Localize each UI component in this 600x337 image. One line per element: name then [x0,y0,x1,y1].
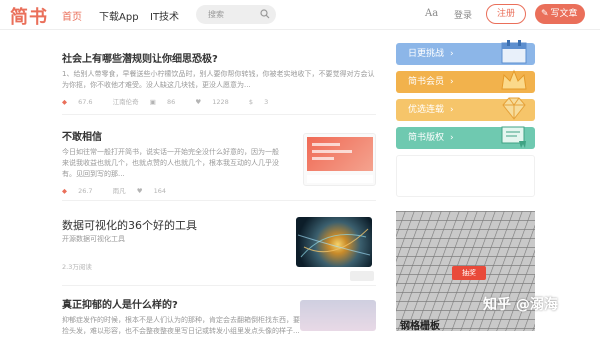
image-count-badge [350,271,374,281]
lottery-badge[interactable]: 抽奖 [452,266,486,280]
heart-icon: ♥ [195,98,202,106]
sidebar-item-label: 简书会员 [408,77,445,87]
nav-home[interactable]: 首页 [62,8,82,23]
watermark: 知乎 @溺海 [483,297,558,313]
article-title[interactable]: 社会上有哪些潜规则让你细思恐极? [62,50,376,65]
ad-caption: 钢格栅板 [400,321,440,332]
diamond-gem-icon [502,97,526,120]
thumbnail-footer [307,175,373,183]
article-divider [62,285,376,286]
top-navigation-bar: 简书 首页 下载App IT技术 搜索 Aa 登录 注册 ✎ 写文章 [0,0,600,30]
jianshu-logo[interactable]: 简书 [10,3,48,29]
download-app-banner[interactable] [396,155,535,197]
chevron-right-icon: › [450,77,454,87]
article-abstract: 今日如往常一般打开简书，说实话一开始完全没什么好意的，因为一般来说我收益也就几个… [62,148,279,178]
pen-icon: ✎ [541,9,549,19]
chevron-right-icon: › [450,105,454,115]
sidebar-copyright[interactable]: 简书版权 › [396,126,535,149]
search-icon[interactable] [260,9,270,19]
nav-download-app[interactable]: 下载App [99,8,139,23]
article-abstract: 抑郁症发作的时候，根本不是人们认为的那种，肯定会去翻箱倒柜找东西，要捡头发，难以… [62,316,300,335]
article-item[interactable]: 社会上有哪些潜规则让你细思恐极? 1、给别人带零食，早餐送些小柠檬饮品时，别人要… [62,50,376,106]
register-button[interactable]: 注册 [486,4,526,24]
article-score: 26.7 [78,187,93,195]
sidebar-item-label: 日更挑战 [408,49,445,59]
sidebar-daily-challenge[interactable]: 日更挑战 › [396,40,535,65]
diamond-icon: ◆ [62,98,67,106]
article-meta: 2.3万阅读 [62,261,282,271]
visualization-graphic [297,228,371,258]
chevron-right-icon: › [450,133,454,143]
article-title[interactable]: 真正抑郁的人是什么样的? [62,296,302,311]
article-author[interactable]: 雨凡 [113,187,126,195]
like-count: 164 [153,187,167,195]
article-meta: ◆ 67.6 江南伦奇 ▣ 86 ♥ 1228 $ 3 [62,96,376,106]
read-count: 2.3万阅读 [62,263,92,271]
search-input[interactable]: 搜索 [196,5,276,24]
reward-count: 3 [264,98,269,106]
like-count: 1228 [212,98,229,106]
article-abstract: 开源数据可视化工具 [62,235,125,243]
write-article-button[interactable]: ✎ 写文章 [535,4,585,24]
thumbnail-line [312,143,340,146]
sidebar-selected-series[interactable]: 优选连载 › [396,97,535,121]
article-item[interactable]: 数据可视化的36个好的工具 开源数据可视化工具 2.3万阅读 [62,217,282,271]
thumbnail-line [312,157,334,160]
article-abstract: 1、给别人带零食，早餐送些小柠檬饮品时，别人要你帮你转钱，你被老实地收下，不要觉… [62,70,375,89]
crown-icon [501,69,527,90]
calendar-icon [501,40,527,64]
article-title[interactable]: 不敢相信 [62,128,282,143]
chevron-right-icon: › [450,49,454,59]
reward-icon: $ [248,98,253,106]
article-thumbnail[interactable] [303,133,376,186]
nav-it-tech[interactable]: IT技术 [150,8,179,23]
diamond-icon: ◆ [62,187,67,195]
article-score: 67.6 [78,98,93,106]
certificate-icon [501,126,526,148]
font-size-toggle[interactable]: Aa [425,8,438,19]
article-divider [62,114,376,115]
article-divider [62,200,376,201]
comment-icon: ▣ [149,98,156,106]
heart-icon: ♥ [136,187,143,195]
sidebar-membership[interactable]: 简书会员 › [396,69,535,93]
search-placeholder: 搜索 [208,10,224,19]
article-author[interactable]: 江南伦奇 [113,98,139,106]
login-link[interactable]: 登录 [454,8,472,21]
article-thumbnail[interactable] [300,300,376,331]
comment-count: 86 [166,98,176,106]
thumbnail-line [312,150,352,153]
article-meta: ◆ 26.7 雨凡 ♥ 164 [62,185,282,195]
sidebar-item-label: 优选连载 [408,105,445,115]
sidebar-item-label: 简书版权 [408,133,445,143]
article-title[interactable]: 数据可视化的36个好的工具 [62,217,282,233]
article-item[interactable]: 不敢相信 今日如往常一般打开简书，说实话一开始完全没什么好意的，因为一般来说我收… [62,128,282,195]
write-article-label: 写文章 [550,9,578,19]
article-thumbnail[interactable] [296,217,372,267]
